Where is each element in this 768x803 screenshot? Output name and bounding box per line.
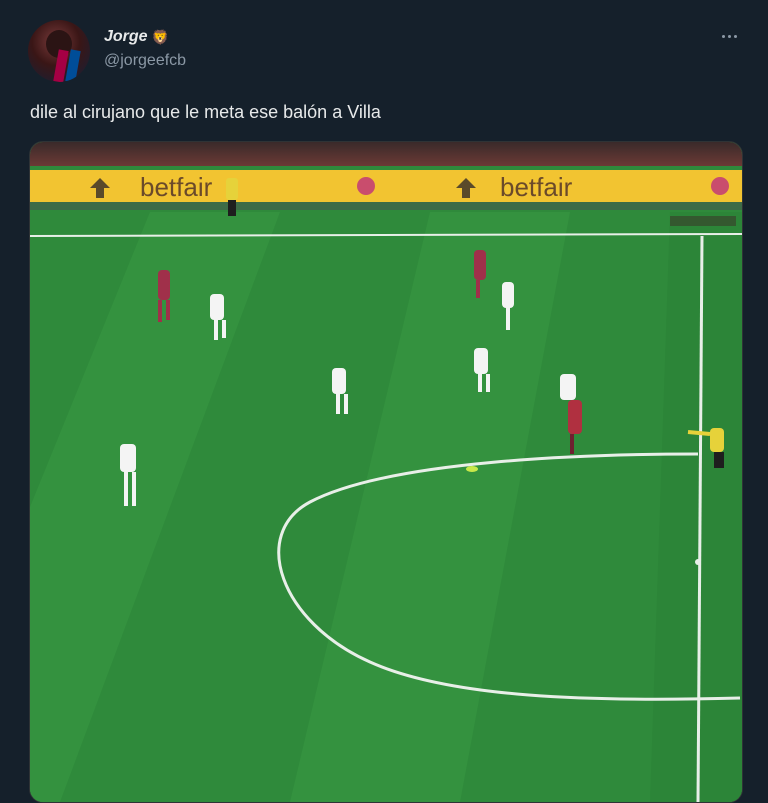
lion-face-icon: 🦁 — [151, 29, 170, 45]
ad-board-text-right: betfair — [500, 172, 573, 202]
avatar[interactable] — [28, 20, 90, 82]
ball — [466, 466, 478, 472]
football-pitch-image: betfair betfair — [30, 142, 742, 802]
tweet-media[interactable]: betfair betfair — [29, 141, 743, 803]
author-display-name[interactable]: Jorge — [104, 28, 148, 46]
ad-board-text-left: betfair — [140, 172, 213, 202]
ad-board — [30, 170, 742, 202]
more-horizontal-icon[interactable] — [716, 26, 742, 46]
author-name-row[interactable]: Jorge 🦁 — [104, 28, 169, 46]
author-handle[interactable]: @jorgeefcb — [104, 52, 186, 70]
tweet-text: dile al cirujano que le meta ese balón a… — [30, 102, 381, 122]
crowd-stand — [30, 142, 742, 166]
